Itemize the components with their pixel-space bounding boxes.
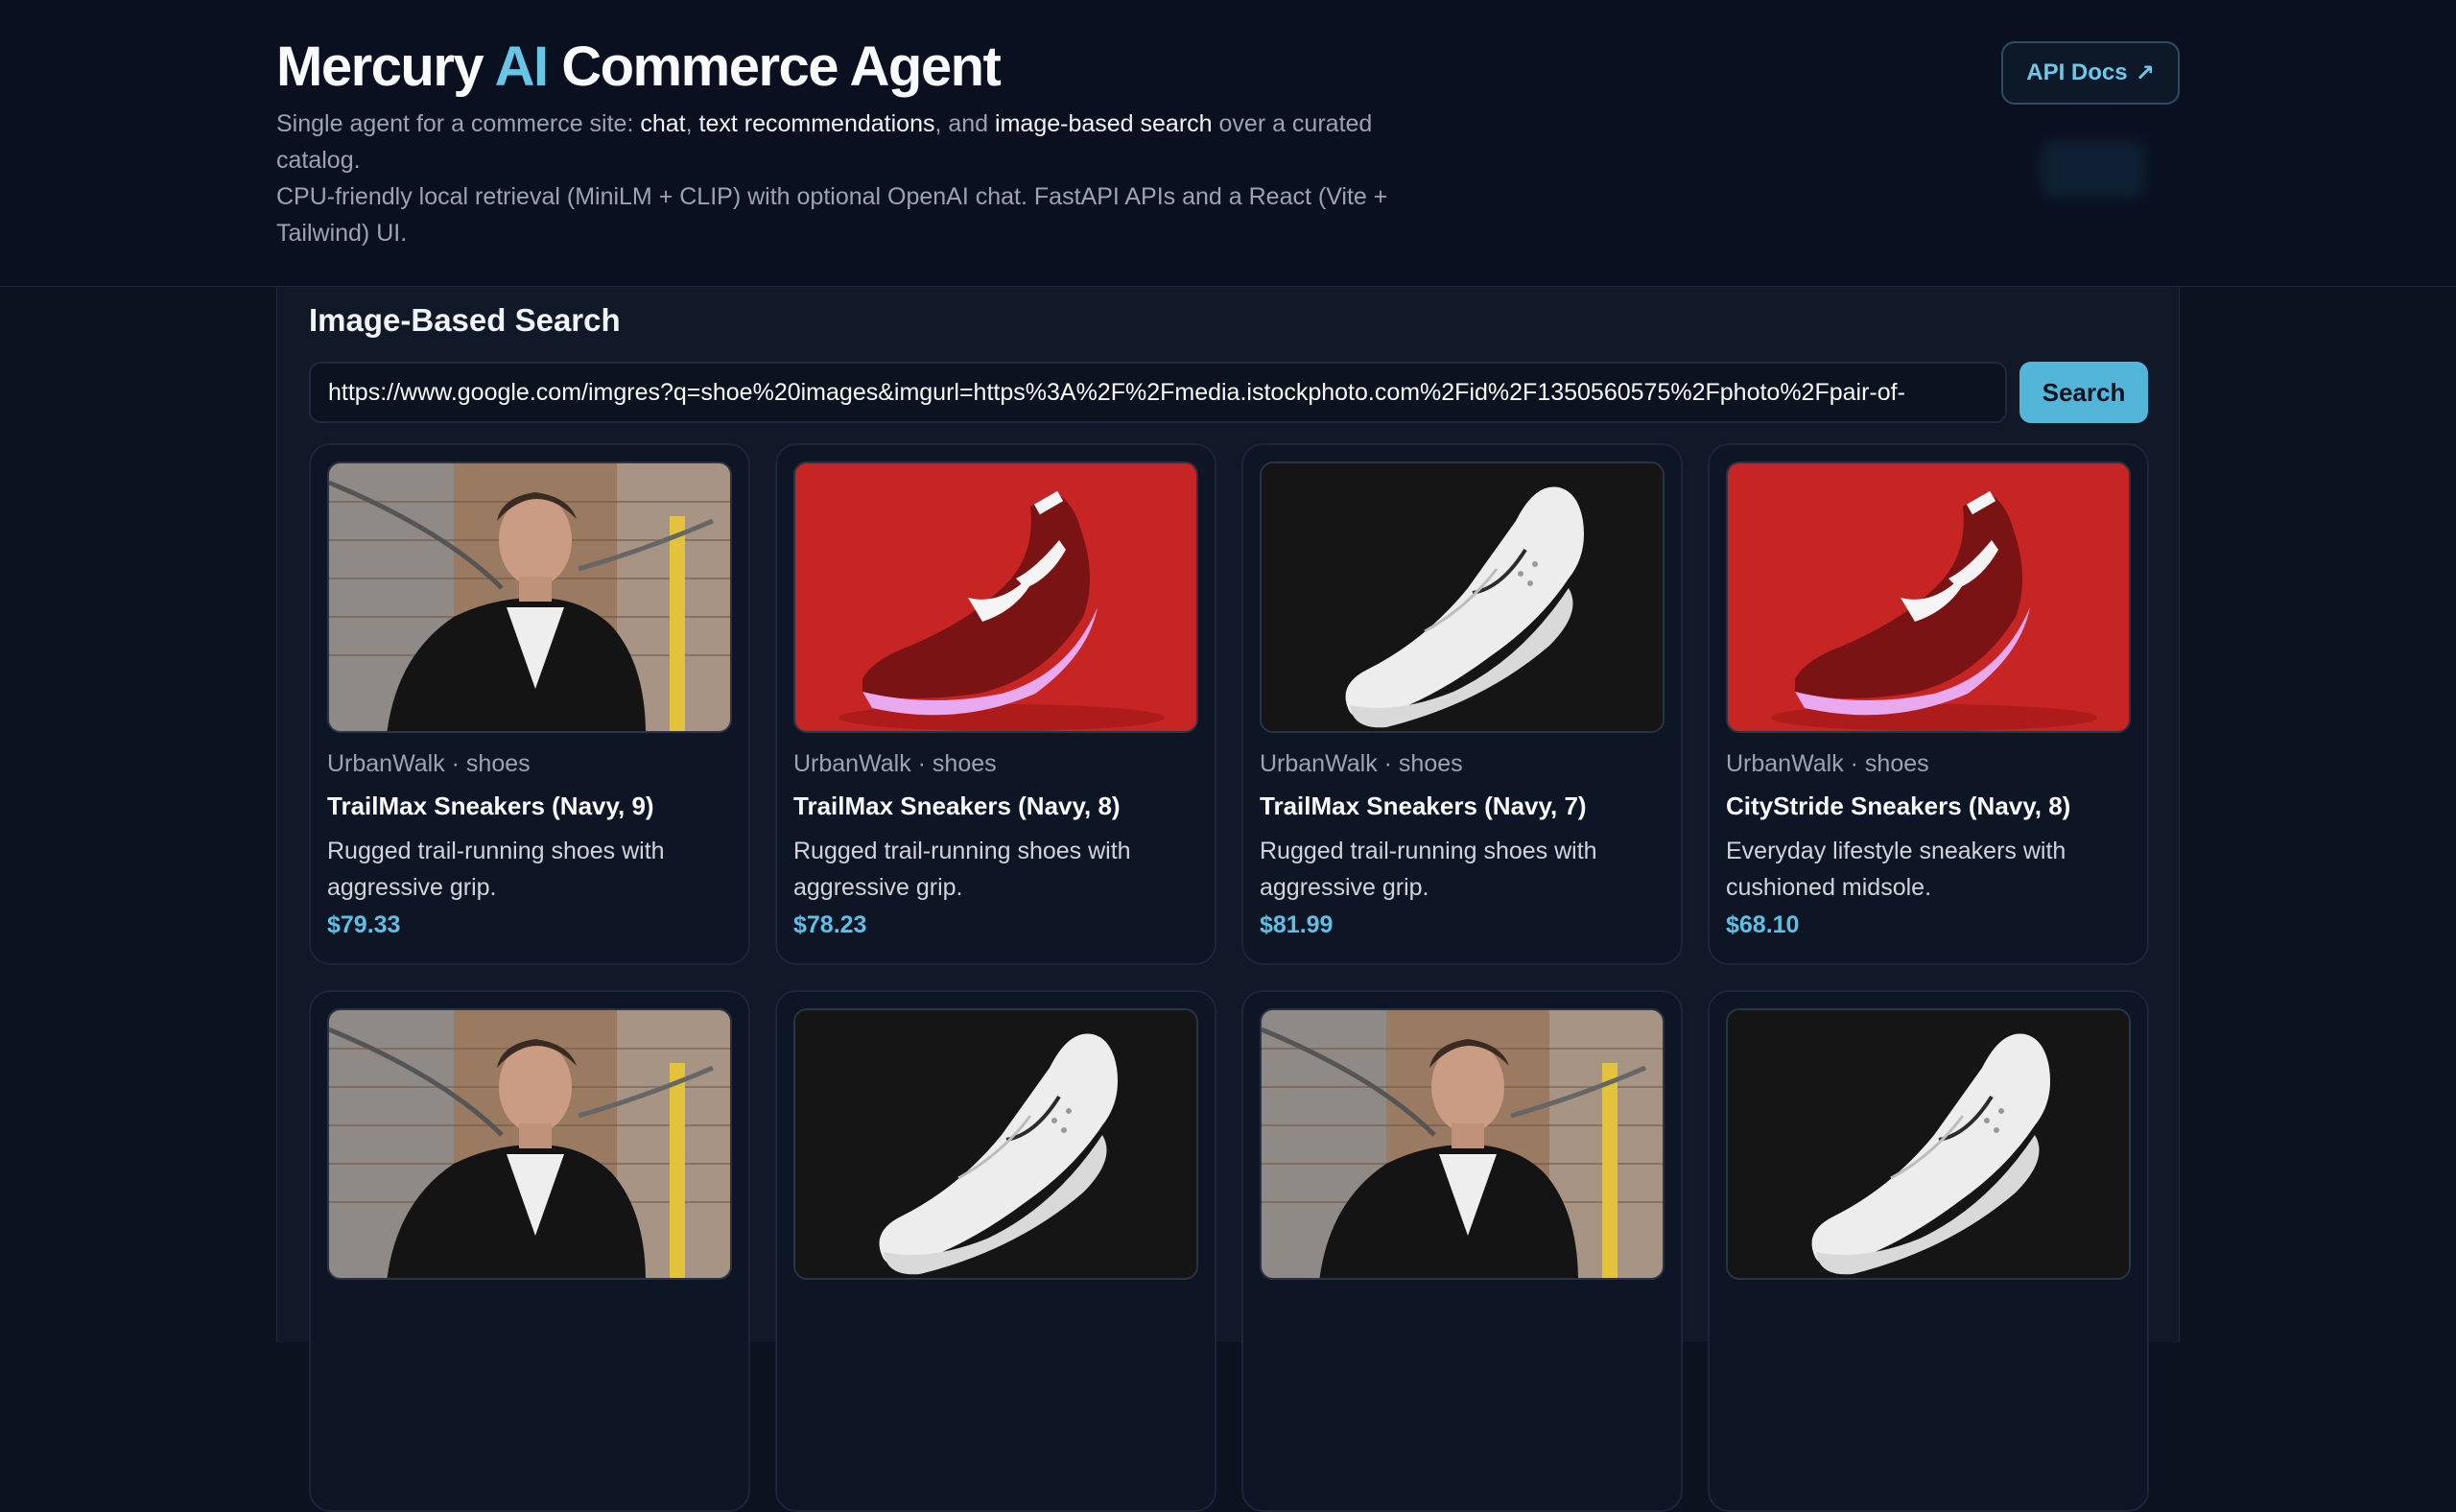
product-card[interactable] xyxy=(1241,990,1683,1512)
product-description: Rugged trail-running shoes with aggressi… xyxy=(793,838,1131,901)
product-price: $79.33 xyxy=(327,911,401,938)
header-content: Mercury AI Commerce Agent Single agent f… xyxy=(276,35,2180,251)
product-card[interactable] xyxy=(309,990,750,1512)
product-meta: UrbanWalk · shoes xyxy=(1260,750,1463,777)
product-meta: UrbanWalk · shoes xyxy=(327,750,531,777)
api-docs-button[interactable]: API Docs ↗ xyxy=(2001,41,2180,105)
product-price: $81.99 xyxy=(1260,911,1334,938)
product-image[interactable] xyxy=(1260,461,1665,733)
product-meta: UrbanWalk · shoes xyxy=(793,750,997,777)
product-card[interactable]: UrbanWalk · shoes CityStride Sneakers (N… xyxy=(1708,443,2149,965)
search-button[interactable]: Search xyxy=(2019,362,2148,423)
product-name: TrailMax Sneakers (Navy, 8) xyxy=(793,791,1121,820)
product-description: Rugged trail-running shoes with aggressi… xyxy=(1260,838,1597,901)
panel-title: Image-Based Search xyxy=(309,302,621,338)
product-card[interactable] xyxy=(1708,990,2149,1512)
product-image[interactable] xyxy=(327,461,732,733)
product-image[interactable] xyxy=(1260,1008,1665,1280)
product-name: TrailMax Sneakers (Navy, 9) xyxy=(327,791,654,820)
blurred-button xyxy=(2040,140,2145,198)
product-name: CityStride Sneakers (Navy, 8) xyxy=(1726,791,2071,820)
image-search-panel: Image-Based Search Search UrbanWalk · sh… xyxy=(276,287,2180,1512)
product-image[interactable] xyxy=(1726,461,2131,733)
product-card[interactable] xyxy=(775,990,1216,1512)
subtitle-line-1: Single agent for a commerce site: chat, … xyxy=(276,110,1373,174)
product-image[interactable] xyxy=(793,461,1198,733)
product-card[interactable]: UrbanWalk · shoes TrailMax Sneakers (Nav… xyxy=(775,443,1216,965)
page-header: Mercury AI Commerce Agent Single agent f… xyxy=(0,0,2456,287)
title-text: Mercury xyxy=(276,35,495,98)
title-text-suffix: Commerce Agent xyxy=(547,35,1002,98)
api-docs-label: API Docs xyxy=(2026,59,2128,85)
image-url-input[interactable] xyxy=(309,362,2007,423)
product-card[interactable]: UrbanWalk · shoes TrailMax Sneakers (Nav… xyxy=(309,443,750,965)
title-ai-highlight: AI xyxy=(494,35,550,98)
subtitle-line-2: CPU-friendly local retrieval (MiniLM + C… xyxy=(276,183,1388,247)
product-image[interactable] xyxy=(793,1008,1198,1280)
product-price: $68.10 xyxy=(1726,911,1800,938)
product-name: TrailMax Sneakers (Navy, 7) xyxy=(1260,791,1587,820)
product-price: $78.23 xyxy=(793,911,867,938)
page-subtitle: Single agent for a commerce site: chat, … xyxy=(276,106,1447,251)
external-link-icon: ↗ xyxy=(2135,59,2155,86)
page-title: Mercury AI Commerce Agent xyxy=(276,35,2180,100)
subtitle-chat: chat xyxy=(640,110,686,137)
product-grid: UrbanWalk · shoes TrailMax Sneakers (Nav… xyxy=(309,443,2149,1512)
product-description: Everyday lifestyle sneakers with cushion… xyxy=(1726,838,2066,901)
subtitle-image-search: image-based search xyxy=(995,110,1213,137)
product-image[interactable] xyxy=(1726,1008,2131,1280)
product-card[interactable]: UrbanWalk · shoes TrailMax Sneakers (Nav… xyxy=(1241,443,1683,965)
product-description: Rugged trail-running shoes with aggressi… xyxy=(327,838,665,901)
subtitle-text-recs: text recommendations xyxy=(698,110,935,137)
product-meta: UrbanWalk · shoes xyxy=(1726,750,1929,777)
product-image[interactable] xyxy=(327,1008,732,1280)
